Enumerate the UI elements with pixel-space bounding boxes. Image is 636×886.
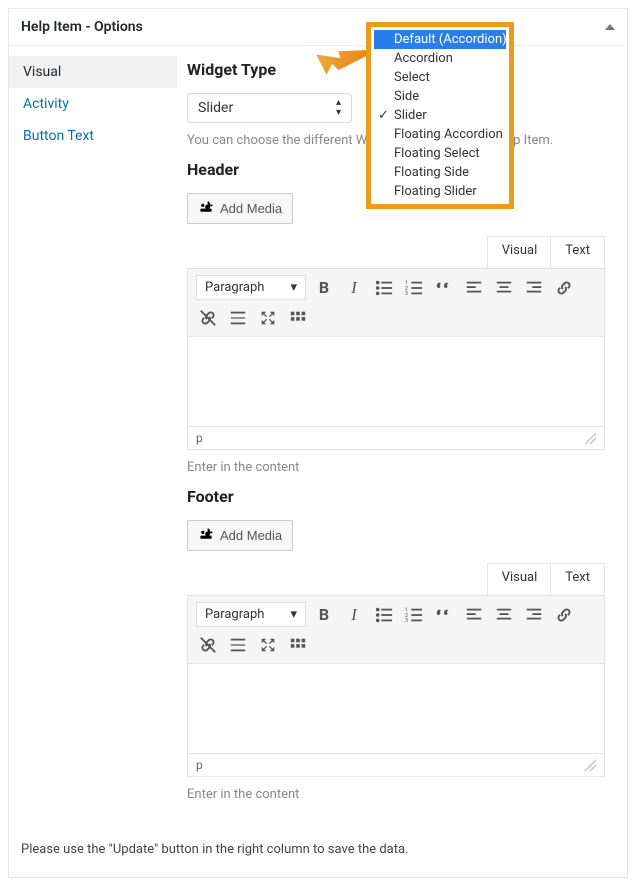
editor-content-header[interactable] (187, 337, 605, 427)
link-button[interactable] (552, 276, 576, 300)
align-center-button[interactable] (492, 276, 516, 300)
add-media-button-footer[interactable]: Add Media (187, 520, 293, 551)
editor-desc-footer: Enter in the content (187, 787, 605, 802)
option-floating-slider[interactable]: Floating Slider (374, 182, 506, 201)
editor-status-footer: p (187, 754, 605, 777)
add-media-label: Add Media (220, 528, 282, 543)
blockquote-button[interactable] (432, 276, 456, 300)
resize-grip-icon[interactable] (584, 759, 596, 771)
widget-type-dropdown[interactable]: Default (Accordion) Accordion Select Sid… (374, 30, 506, 201)
metabox-title: Help Item - Options (21, 19, 143, 35)
numbered-list-button[interactable] (402, 603, 426, 627)
editor-status-header: p (187, 427, 605, 450)
widget-type-dropdown-overlay: Default (Accordion) Accordion Select Sid… (366, 22, 514, 209)
editor-content-footer[interactable] (187, 664, 605, 754)
footer-label: Footer (187, 487, 605, 506)
editor-tab-text[interactable]: Text (550, 236, 605, 268)
bold-button[interactable]: B (312, 603, 336, 627)
tab-activity[interactable]: Activity (9, 88, 177, 120)
tab-button-text[interactable]: Button Text (9, 120, 177, 152)
widget-type-value: Slider (198, 100, 233, 116)
option-accordion[interactable]: Accordion (374, 49, 506, 68)
blockquote-button[interactable] (432, 603, 456, 627)
editor-toolbar-header: Paragraph▾ B I (187, 268, 605, 337)
option-floating-select[interactable]: Floating Select (374, 144, 506, 163)
caret-icon: ▴▾ (336, 98, 341, 118)
align-left-button[interactable] (462, 276, 486, 300)
editor-tab-visual[interactable]: Visual (487, 563, 552, 595)
media-icon (198, 199, 214, 218)
options-tabs: Visual Activity Button Text (9, 46, 177, 824)
caret-down-icon: ▾ (290, 607, 297, 622)
editor-toolbar-footer: Paragraph▾ B I (187, 595, 605, 664)
help-item-options-metabox: Help Item - Options Visual Activity Butt… (8, 8, 628, 878)
align-left-button[interactable] (462, 603, 486, 627)
bullet-list-button[interactable] (372, 603, 396, 627)
read-more-button[interactable] (226, 633, 250, 657)
widget-type-select[interactable]: Slider ▴▾ (187, 93, 352, 123)
toolbar-toggle-button[interactable] (286, 306, 310, 330)
save-note: Please use the "Update" button in the ri… (9, 824, 627, 877)
italic-button[interactable]: I (342, 276, 366, 300)
editor-path: p (196, 431, 203, 445)
option-default-accordion[interactable]: Default (Accordion) (374, 30, 506, 49)
numbered-list-button[interactable] (402, 276, 426, 300)
format-select[interactable]: Paragraph▾ (196, 275, 306, 300)
option-floating-side[interactable]: Floating Side (374, 163, 506, 182)
editor-desc-header: Enter in the content (187, 460, 605, 475)
add-media-button-header[interactable]: Add Media (187, 193, 293, 224)
option-side[interactable]: Side (374, 87, 506, 106)
align-right-button[interactable] (522, 276, 546, 300)
unlink-button[interactable] (196, 633, 220, 657)
align-center-button[interactable] (492, 603, 516, 627)
italic-button[interactable]: I (342, 603, 366, 627)
metabox-header[interactable]: Help Item - Options (9, 9, 627, 46)
read-more-button[interactable] (226, 306, 250, 330)
media-icon (198, 526, 214, 545)
collapse-toggle-icon[interactable] (605, 24, 615, 30)
option-select[interactable]: Select (374, 68, 506, 87)
editor-path: p (196, 758, 203, 772)
toolbar-toggle-button[interactable] (286, 633, 310, 657)
resize-grip-icon[interactable] (584, 432, 596, 444)
editor-tab-text[interactable]: Text (550, 563, 605, 595)
option-slider[interactable]: Slider (374, 106, 506, 125)
bullet-list-button[interactable] (372, 276, 396, 300)
add-media-label: Add Media (220, 201, 282, 216)
caret-down-icon: ▾ (290, 280, 297, 295)
link-button[interactable] (552, 603, 576, 627)
tab-visual[interactable]: Visual (9, 56, 177, 88)
align-right-button[interactable] (522, 603, 546, 627)
fullscreen-button[interactable] (256, 633, 280, 657)
editor-tab-visual[interactable]: Visual (487, 236, 552, 268)
format-select[interactable]: Paragraph▾ (196, 602, 306, 627)
option-floating-accordion[interactable]: Floating Accordion (374, 125, 506, 144)
bold-button[interactable]: B (312, 276, 336, 300)
unlink-button[interactable] (196, 306, 220, 330)
fullscreen-button[interactable] (256, 306, 280, 330)
